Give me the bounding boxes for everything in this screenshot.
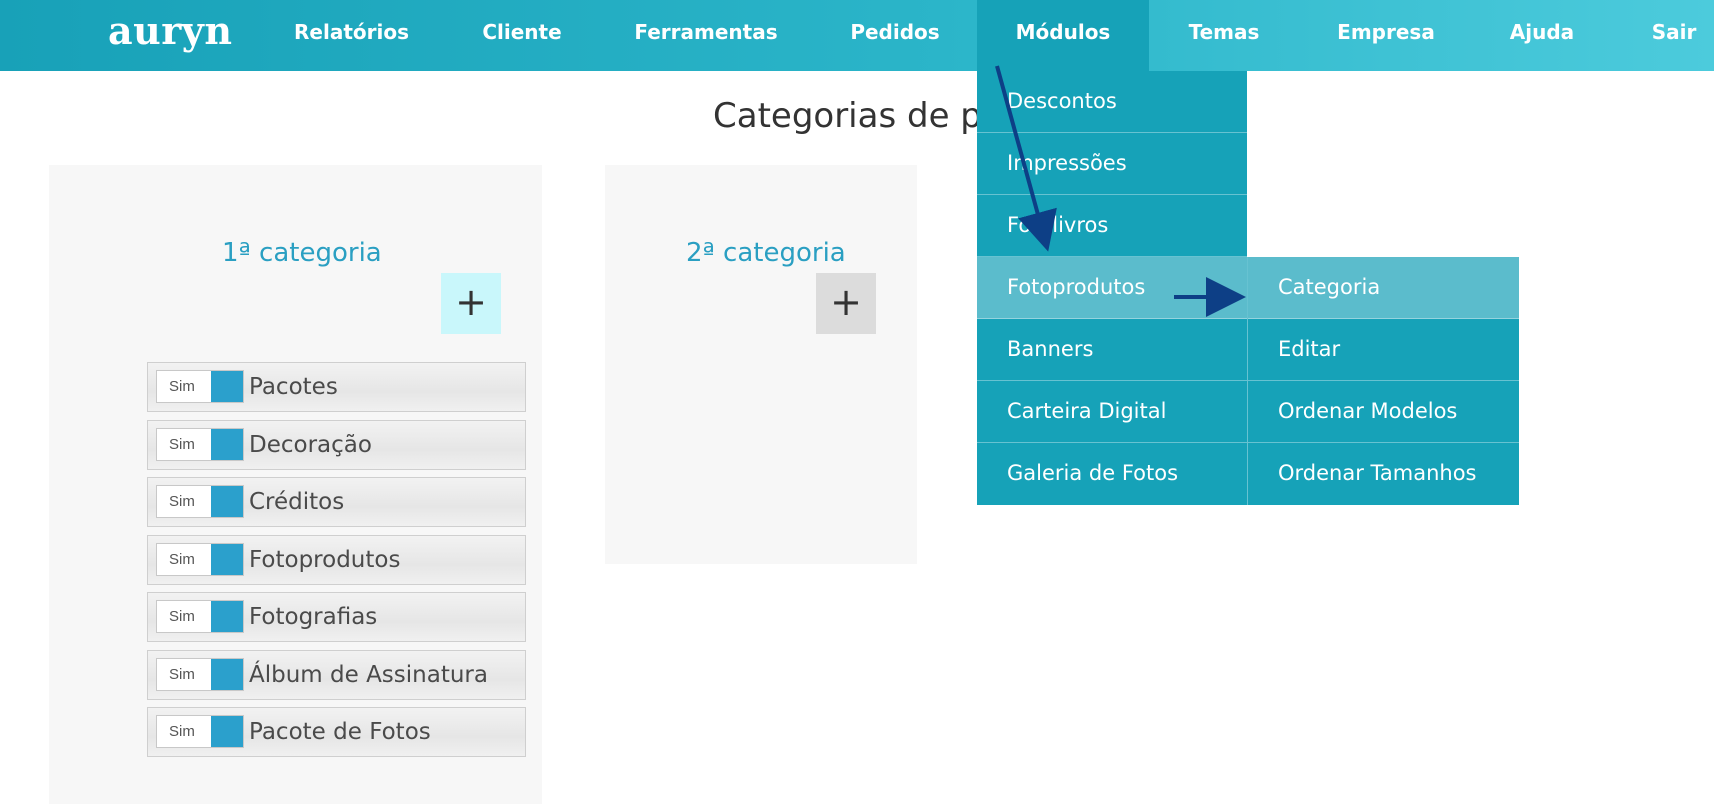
first-category-title: 1ª categoria bbox=[222, 238, 382, 268]
category-row: Sim Decoração bbox=[147, 420, 526, 470]
submenu-item-ordenar-modelos[interactable]: Ordenar Modelos bbox=[1248, 381, 1519, 443]
nav-ajuda[interactable]: Ajuda bbox=[1502, 0, 1582, 71]
submenu-item-editar[interactable]: Editar bbox=[1248, 319, 1519, 381]
toggle-label: Sim bbox=[169, 551, 195, 568]
page-title: Categorias de pr bbox=[713, 96, 996, 136]
menu-item-carteira-digital[interactable]: Carteira Digital bbox=[977, 381, 1247, 443]
category-toggle[interactable]: Sim bbox=[156, 543, 244, 576]
category-toggle[interactable]: Sim bbox=[156, 658, 244, 691]
first-category-panel: 1ª categoria + Sim Pacotes Sim Decoração… bbox=[49, 165, 542, 804]
nav-modulos[interactable]: Módulos bbox=[977, 0, 1149, 71]
fotoprodutos-submenu: Categoria Editar Ordenar Modelos Ordenar… bbox=[1247, 257, 1519, 505]
category-name: Álbum de Assinatura bbox=[249, 662, 488, 688]
toggle-knob bbox=[211, 486, 243, 517]
top-navigation-bar: auryn Relatórios Cliente Ferramentas Ped… bbox=[0, 0, 1714, 71]
toggle-knob bbox=[211, 601, 243, 632]
modulos-dropdown: Descontos Impressões Fotolivros Fotoprod… bbox=[977, 71, 1247, 505]
toggle-knob bbox=[211, 544, 243, 575]
toggle-label: Sim bbox=[169, 608, 195, 625]
toggle-label: Sim bbox=[169, 378, 195, 395]
nav-cliente[interactable]: Cliente bbox=[470, 0, 574, 71]
toggle-label: Sim bbox=[169, 666, 195, 683]
category-name: Fotografias bbox=[249, 604, 378, 630]
category-name: Decoração bbox=[249, 432, 372, 458]
toggle-label: Sim bbox=[169, 493, 195, 510]
category-row: Sim Fotografias bbox=[147, 592, 526, 642]
menu-item-galeria-de-fotos[interactable]: Galeria de Fotos bbox=[977, 443, 1247, 505]
category-toggle[interactable]: Sim bbox=[156, 715, 244, 748]
nav-empresa[interactable]: Empresa bbox=[1330, 0, 1442, 71]
nav-sair[interactable]: Sair bbox=[1638, 0, 1710, 71]
second-category-panel: 2ª categoria + bbox=[605, 165, 917, 564]
nav-relatorios[interactable]: Relatórios bbox=[280, 0, 423, 71]
menu-item-impressoes[interactable]: Impressões bbox=[977, 133, 1247, 195]
menu-item-banners[interactable]: Banners bbox=[977, 319, 1247, 381]
category-name: Pacote de Fotos bbox=[249, 719, 431, 745]
category-name: Créditos bbox=[249, 489, 345, 515]
category-row: Sim Créditos bbox=[147, 477, 526, 527]
auryn-logo[interactable]: auryn bbox=[108, 8, 232, 53]
submenu-item-categoria[interactable]: Categoria bbox=[1248, 257, 1519, 319]
category-row: Sim Pacote de Fotos bbox=[147, 707, 526, 757]
menu-item-fotolivros[interactable]: Fotolivros bbox=[977, 195, 1247, 257]
toggle-knob bbox=[211, 429, 243, 460]
category-name: Pacotes bbox=[249, 374, 338, 400]
toggle-knob bbox=[211, 659, 243, 690]
add-first-category-button[interactable]: + bbox=[441, 273, 501, 334]
add-second-category-button[interactable]: + bbox=[816, 273, 876, 334]
category-toggle[interactable]: Sim bbox=[156, 600, 244, 633]
category-toggle[interactable]: Sim bbox=[156, 485, 244, 518]
category-row: Sim Álbum de Assinatura bbox=[147, 650, 526, 700]
nav-pedidos[interactable]: Pedidos bbox=[844, 0, 946, 71]
submenu-item-ordenar-tamanhos[interactable]: Ordenar Tamanhos bbox=[1248, 443, 1519, 505]
category-toggle[interactable]: Sim bbox=[156, 370, 244, 403]
toggle-label: Sim bbox=[169, 723, 195, 740]
category-row: Sim Fotoprodutos bbox=[147, 535, 526, 585]
toggle-label: Sim bbox=[169, 436, 195, 453]
toggle-knob bbox=[211, 371, 243, 402]
category-name: Fotoprodutos bbox=[249, 547, 401, 573]
nav-ferramentas[interactable]: Ferramentas bbox=[628, 0, 784, 71]
category-row: Sim Pacotes bbox=[147, 362, 526, 412]
menu-item-descontos[interactable]: Descontos bbox=[977, 71, 1247, 133]
menu-item-fotoprodutos[interactable]: Fotoprodutos bbox=[977, 257, 1247, 319]
toggle-knob bbox=[211, 716, 243, 747]
nav-temas[interactable]: Temas bbox=[1180, 0, 1268, 71]
second-category-title: 2ª categoria bbox=[686, 238, 846, 268]
category-toggle[interactable]: Sim bbox=[156, 428, 244, 461]
